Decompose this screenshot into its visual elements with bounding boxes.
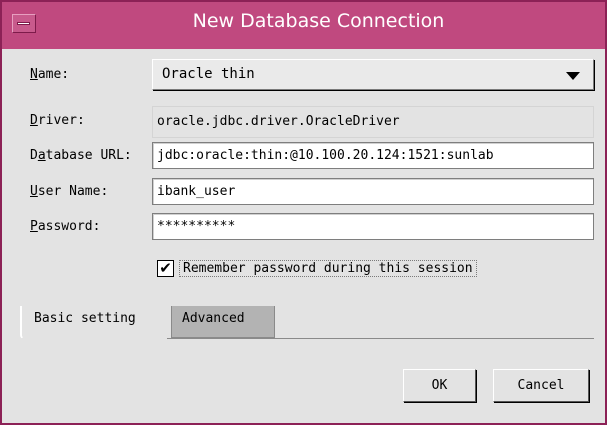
tab-basic-setting-label: Basic setting xyxy=(34,311,136,326)
name-dropdown[interactable]: Oracle thin xyxy=(152,59,594,90)
driver-label: Driver: xyxy=(30,113,85,128)
driver-field: oracle.jdbc.driver.OracleDriver xyxy=(152,106,594,138)
driver-value: oracle.jdbc.driver.OracleDriver xyxy=(157,114,400,129)
password-input[interactable]: ********** xyxy=(152,213,594,240)
tab-divider xyxy=(167,338,594,339)
database-url-label: Database URL: xyxy=(30,148,132,163)
tab-basic-setting[interactable]: Basic setting xyxy=(20,306,167,339)
ok-button[interactable]: OK xyxy=(403,369,476,402)
tab-advanced-label: Advanced xyxy=(182,311,245,326)
user-name-value: ibank_user xyxy=(157,184,236,199)
user-name-input[interactable]: ibank_user xyxy=(152,178,594,205)
remember-password-label[interactable]: Remember password during this session xyxy=(179,260,477,277)
database-url-input[interactable]: jdbc:oracle:thin:@10.100.20.124:1521:sun… xyxy=(152,142,594,169)
tab-advanced[interactable]: Advanced xyxy=(171,306,275,338)
title-bar[interactable]: New Database Connection xyxy=(2,2,605,49)
password-value: ********** xyxy=(157,219,236,234)
database-url-value: jdbc:oracle:thin:@10.100.20.124:1521:sun… xyxy=(157,148,494,163)
password-label: Password: xyxy=(30,219,101,234)
new-database-connection-dialog: New Database Connection Name: Oracle thi… xyxy=(0,0,607,425)
name-label: Name: xyxy=(30,67,70,82)
remember-password-checkbox[interactable]: ✔ xyxy=(157,260,174,277)
cancel-button[interactable]: Cancel xyxy=(493,369,589,402)
chevron-down-icon[interactable] xyxy=(566,72,580,80)
name-dropdown-value: Oracle thin xyxy=(162,66,255,82)
window-menu-icon[interactable] xyxy=(12,14,36,33)
user-name-label: User Name: xyxy=(30,184,109,199)
dialog-title: New Database Connection xyxy=(192,10,445,32)
